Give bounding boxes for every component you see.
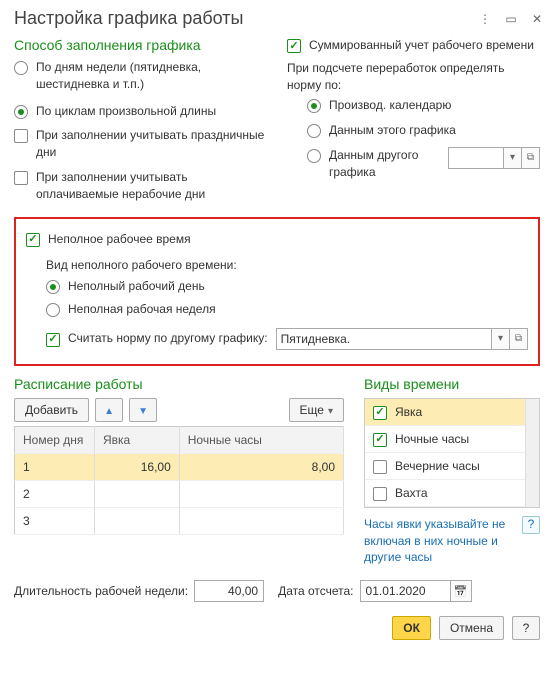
add-button[interactable]: Добавить xyxy=(14,398,89,422)
type-check[interactable] xyxy=(373,460,387,474)
other-schedule-dropdown[interactable] xyxy=(504,147,522,169)
col-night: Ночные часы xyxy=(179,426,343,453)
footer-help-button[interactable]: ? xyxy=(512,616,540,640)
table-row[interactable]: 1 16,00 8,00 xyxy=(15,453,344,480)
list-item[interactable]: Вахта xyxy=(365,480,539,507)
move-down-button[interactable] xyxy=(129,398,157,422)
col-att: Явка xyxy=(95,426,180,453)
other-norm-dropdown[interactable] xyxy=(492,328,510,350)
chevron-down-icon xyxy=(328,403,333,417)
ok-button[interactable]: ОК xyxy=(392,616,431,640)
radio-partial-day[interactable] xyxy=(46,280,60,294)
radio-by-days-label: По дням недели (пятидневка, шестидневка … xyxy=(36,59,267,93)
calendar-icon xyxy=(454,584,468,598)
partial-time-group: Неполное рабочее время Вид неполного раб… xyxy=(14,217,540,366)
radio-other-schedule[interactable] xyxy=(307,149,321,163)
radio-prod-calendar-label: Производ. календарю xyxy=(329,97,451,114)
types-title: Виды времени xyxy=(364,376,540,392)
scrollbar[interactable] xyxy=(525,399,539,507)
date-input[interactable]: 01.01.2020 xyxy=(360,580,450,602)
types-hint: Часы явки указывайте не включая в них но… xyxy=(364,516,516,566)
check-other-norm[interactable] xyxy=(46,333,60,347)
date-picker-button[interactable] xyxy=(450,580,472,602)
table-row[interactable]: 3 xyxy=(15,507,344,534)
radio-partial-week-label: Неполная рабочая неделя xyxy=(68,301,216,318)
menu-icon[interactable]: ⋮ xyxy=(478,12,492,26)
check-holidays-label: При заполнении учитывать праздничные дни xyxy=(36,127,267,161)
types-list: Явка Ночные часы Вечерние часы Вахта xyxy=(364,398,540,508)
cancel-button[interactable]: Отмена xyxy=(439,616,504,640)
move-up-button[interactable] xyxy=(95,398,123,422)
list-item[interactable]: Ночные часы xyxy=(365,426,539,453)
week-len-label: Длительность рабочей недели: xyxy=(14,584,188,598)
table-row[interactable]: 2 xyxy=(15,480,344,507)
type-check[interactable] xyxy=(373,433,387,447)
overtime-norm-label: При подсчете переработок определять норм… xyxy=(287,60,540,94)
radio-partial-week[interactable] xyxy=(46,303,60,317)
radio-by-cycles-label: По циклам произвольной длины xyxy=(36,103,216,120)
radio-by-cycles[interactable] xyxy=(14,105,28,119)
check-paid-off[interactable] xyxy=(14,171,28,185)
other-schedule-combo[interactable] xyxy=(448,147,504,169)
window-title: Настройка графика работы xyxy=(14,8,243,29)
check-summed[interactable] xyxy=(287,39,301,53)
radio-partial-day-label: Неполный рабочий день xyxy=(68,278,205,295)
type-check[interactable] xyxy=(373,487,387,501)
list-item[interactable]: Явка xyxy=(365,399,539,426)
check-paid-off-label: При заполнении учитывать оплачиваемые не… xyxy=(36,169,267,203)
other-norm-combo[interactable]: Пятидневка. xyxy=(276,328,492,350)
check-other-norm-label: Считать норму по другому графику: xyxy=(68,330,268,347)
arrow-up-icon xyxy=(104,403,114,417)
col-num: Номер дня xyxy=(15,426,95,453)
date-label: Дата отсчета: xyxy=(278,584,353,598)
more-button[interactable]: Еще xyxy=(289,398,344,422)
check-partial-time-label: Неполное рабочее время xyxy=(48,231,191,248)
check-holidays[interactable] xyxy=(14,129,28,143)
other-norm-open[interactable] xyxy=(510,328,528,350)
check-summed-label: Суммированный учет рабочего времени xyxy=(309,37,534,54)
restore-icon[interactable]: ▭ xyxy=(504,12,518,26)
schedule-table: Номер дня Явка Ночные часы 1 16,00 8,00 … xyxy=(14,426,344,535)
radio-other-schedule-label: Данным другого графика xyxy=(329,147,440,181)
week-len-input[interactable]: 40,00 xyxy=(194,580,264,602)
radio-prod-calendar[interactable] xyxy=(307,99,321,113)
check-partial-time[interactable] xyxy=(26,233,40,247)
schedule-title: Расписание работы xyxy=(14,376,344,392)
fill-method-title: Способ заполнения графика xyxy=(14,37,267,53)
close-icon[interactable]: ✕ xyxy=(530,12,544,26)
help-button[interactable]: ? xyxy=(522,516,540,534)
arrow-down-icon xyxy=(138,403,148,417)
other-schedule-open[interactable] xyxy=(522,147,540,169)
partial-kind-label: Вид неполного рабочего времени: xyxy=(46,257,528,274)
type-check[interactable] xyxy=(373,406,387,420)
radio-this-schedule-label: Данным этого графика xyxy=(329,122,456,139)
radio-by-days[interactable] xyxy=(14,61,28,75)
other-norm-value: Пятидневка. xyxy=(281,332,351,346)
list-item[interactable]: Вечерние часы xyxy=(365,453,539,480)
radio-this-schedule[interactable] xyxy=(307,124,321,138)
